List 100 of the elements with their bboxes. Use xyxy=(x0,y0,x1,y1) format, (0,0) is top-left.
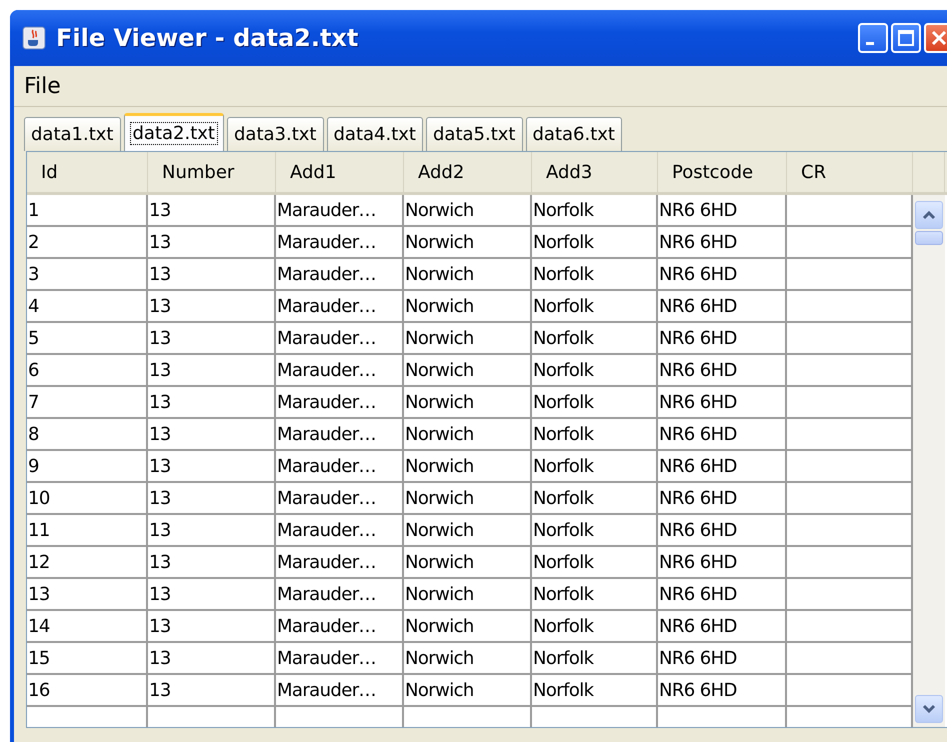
menu-item[interactable]: File xyxy=(20,74,65,98)
table-cell: Marauder… xyxy=(276,323,404,355)
table-cell: NR6 6HD xyxy=(658,579,787,611)
table-cell: Norwich xyxy=(404,387,532,419)
table-cell: 5 xyxy=(27,323,148,355)
maximize-icon xyxy=(896,28,916,48)
table-cell: Marauder… xyxy=(276,579,404,611)
table-cell: 13 xyxy=(148,195,276,227)
table-cell: 13 xyxy=(148,579,276,611)
table-cell: Norwich xyxy=(404,675,532,707)
table-cell: NR6 6HD xyxy=(658,355,787,387)
chevron-up-icon xyxy=(922,210,936,220)
maximize-button[interactable] xyxy=(891,23,921,53)
table-cell: Norwich xyxy=(404,259,532,291)
table-cell: NR6 6HD xyxy=(658,515,787,547)
tab[interactable]: data2.txt xyxy=(124,113,224,151)
column-header[interactable]: CR xyxy=(787,152,913,192)
table-cell: Marauder… xyxy=(276,483,404,515)
table-cell: Norwich xyxy=(404,643,532,675)
table-cell: NR6 6HD xyxy=(658,227,787,259)
table-cell: NR6 6HD xyxy=(658,291,787,323)
table-cell: Marauder… xyxy=(276,227,404,259)
scroll-thumb[interactable] xyxy=(915,231,943,245)
close-icon xyxy=(929,28,947,48)
scrollbar[interactable] xyxy=(913,195,945,727)
table-cell: 13 xyxy=(148,291,276,323)
table-cell: Norfolk xyxy=(532,323,658,355)
table-cell: Norfolk xyxy=(532,579,658,611)
table-cell: 10 xyxy=(27,483,148,515)
table-cell: NR6 6HD xyxy=(658,387,787,419)
table-cell: Marauder… xyxy=(276,387,404,419)
table-cell: Marauder… xyxy=(276,515,404,547)
table-cell: Norwich xyxy=(404,227,532,259)
table-cell: NR6 6HD xyxy=(658,483,787,515)
table-cell: Norfolk xyxy=(532,611,658,643)
table-cell: 13 xyxy=(148,227,276,259)
scroll-down-button[interactable] xyxy=(915,695,943,723)
table-cell: 6 xyxy=(27,355,148,387)
table-cell: Marauder… xyxy=(276,355,404,387)
table-cell: Norwich xyxy=(404,451,532,483)
table-cell: Norwich xyxy=(404,579,532,611)
table-cell: Norwich xyxy=(404,611,532,643)
tab[interactable]: data6.txt xyxy=(526,117,622,151)
column-header[interactable]: Number xyxy=(148,152,276,192)
table-cell: NR6 6HD xyxy=(658,547,787,579)
table-cell: 13 xyxy=(148,643,276,675)
table-cell: 11 xyxy=(27,515,148,547)
table-cell: 13 xyxy=(148,387,276,419)
chevron-down-icon xyxy=(922,704,936,714)
tab[interactable]: data4.txt xyxy=(326,117,423,151)
table-cell: 13 xyxy=(148,483,276,515)
scroll-up-button[interactable] xyxy=(915,201,943,229)
table-cell: 7 xyxy=(27,387,148,419)
table-cell: NR6 6HD xyxy=(658,259,787,291)
table-cell: Norfolk xyxy=(532,259,658,291)
window-title: File Viewer - data2.txt xyxy=(56,24,360,52)
table-cell: Norfolk xyxy=(532,291,658,323)
table-cell: Marauder… xyxy=(276,451,404,483)
minimize-button[interactable] xyxy=(858,23,888,53)
table-cell: 8 xyxy=(27,419,148,451)
minimize-icon xyxy=(866,42,874,44)
table-cell: NR6 6HD xyxy=(658,419,787,451)
tab[interactable]: data5.txt xyxy=(426,117,522,151)
table-cell: 13 xyxy=(148,451,276,483)
column-header[interactable]: Add2 xyxy=(404,152,532,192)
tab[interactable]: data1.txt xyxy=(24,117,120,151)
table-cell: Norfolk xyxy=(532,483,658,515)
table-cell: NR6 6HD xyxy=(658,675,787,707)
table-cell: 9 xyxy=(27,451,148,483)
table-cell: 13 xyxy=(148,419,276,451)
table-cell: 13 xyxy=(148,675,276,707)
table-cell: Marauder… xyxy=(276,195,404,227)
table-cell: Norfolk xyxy=(532,675,658,707)
table-cell: Marauder… xyxy=(276,419,404,451)
table-cell: 13 xyxy=(148,323,276,355)
table-cell: Marauder… xyxy=(276,611,404,643)
table-cell: 13 xyxy=(148,259,276,291)
table-cell: Marauder… xyxy=(276,675,404,707)
table-cell: Norfolk xyxy=(532,451,658,483)
table-cell: NR6 6HD xyxy=(658,643,787,675)
table-cell: Norfolk xyxy=(532,515,658,547)
table-cell: Norwich xyxy=(404,195,532,227)
table-cell: Norfolk xyxy=(532,419,658,451)
table-cell: 3 xyxy=(27,259,148,291)
table-cell: NR6 6HD xyxy=(658,195,787,227)
column-header[interactable]: Postcode xyxy=(658,152,787,192)
table-cell: 4 xyxy=(27,291,148,323)
coffee-cup-icon xyxy=(22,26,46,50)
tab[interactable]: data3.txt xyxy=(227,117,324,151)
table-cell: Norwich xyxy=(404,291,532,323)
column-header[interactable]: Id xyxy=(27,152,148,192)
column-header[interactable]: Add3 xyxy=(532,152,658,192)
table-cell: 12 xyxy=(27,547,148,579)
table-cell: Norwich xyxy=(404,515,532,547)
column-header[interactable]: Add1 xyxy=(276,152,404,192)
table-cell: Marauder… xyxy=(276,259,404,291)
table-cell: Marauder… xyxy=(276,547,404,579)
table-cell: 13 xyxy=(148,611,276,643)
close-button[interactable] xyxy=(924,23,947,53)
table-cell: 16 xyxy=(27,675,148,707)
